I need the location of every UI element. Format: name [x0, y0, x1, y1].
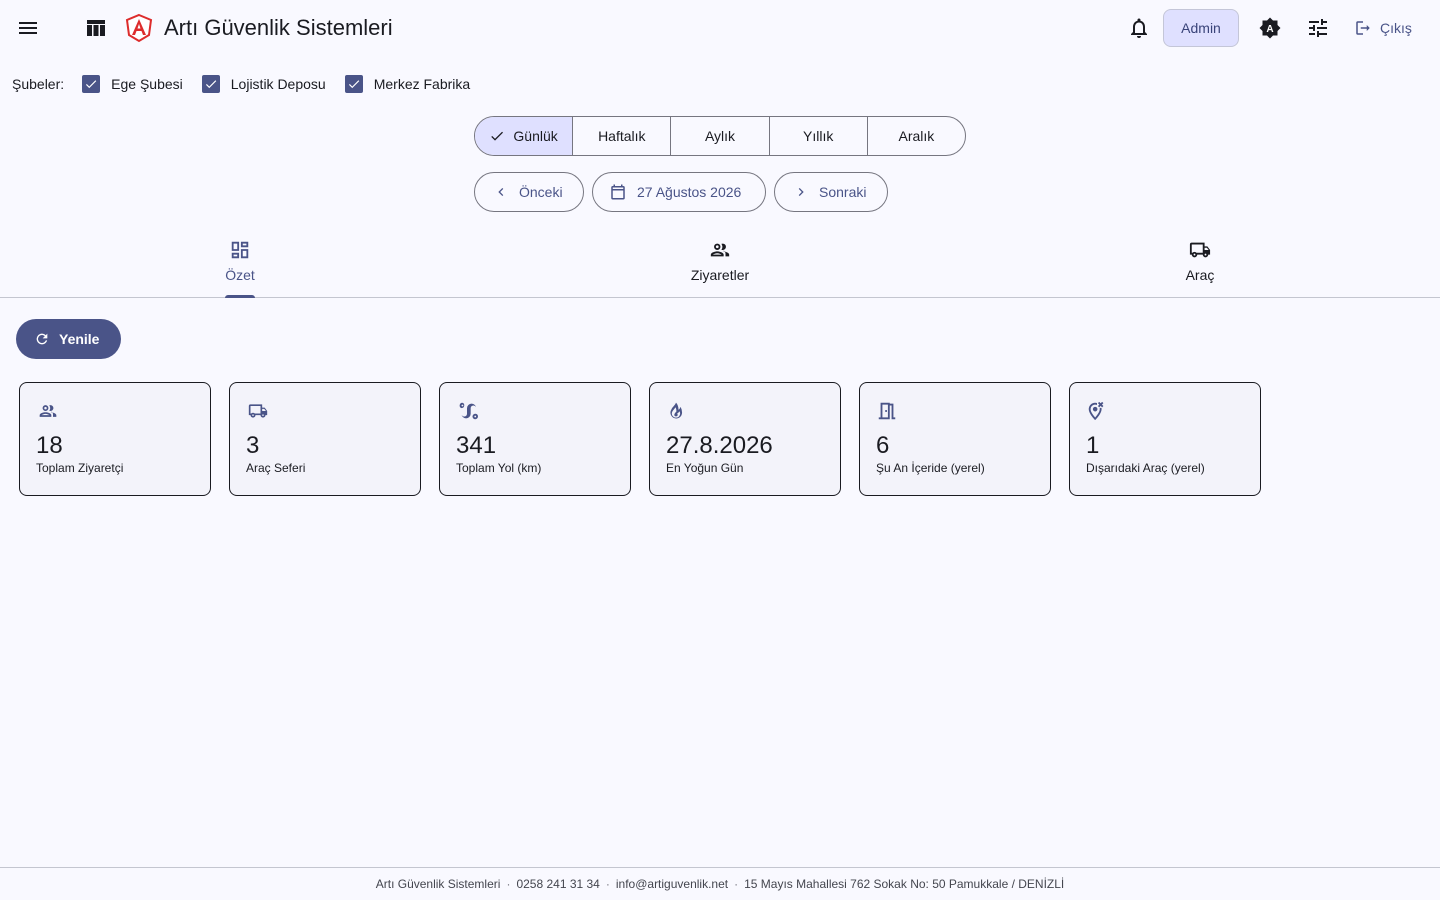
branch-checkbox-lojistik[interactable]: Lojistik Deposu — [201, 75, 326, 93]
next-label: Sonraki — [819, 184, 867, 200]
footer-email[interactable]: info@artiguvenlik.net — [616, 877, 728, 891]
separator-dot: · — [605, 877, 610, 891]
svg-text:A: A — [1266, 24, 1273, 35]
separator-dot: · — [734, 877, 739, 891]
stat-value: 1 — [1086, 432, 1100, 459]
main-tabs: Özet Ziyaretler Araç — [0, 226, 1440, 298]
menu-icon — [19, 22, 37, 34]
tab-visits[interactable]: Ziyaretler — [480, 226, 960, 297]
tab-label: Araç — [1185, 267, 1215, 283]
menu-button[interactable] — [8, 8, 48, 48]
stat-label: Araç Seferi — [246, 461, 306, 475]
stat-card-busiest-day: 27.8.2026 En Yoğun Gün — [649, 382, 841, 496]
theme-button[interactable]: A — [1250, 8, 1290, 48]
checkbox-checked-icon[interactable] — [82, 75, 101, 93]
stat-label: Şu An İçeride (yerel) — [876, 461, 985, 475]
period-label: Aralık — [898, 128, 935, 144]
check-icon — [491, 131, 504, 141]
notifications-button[interactable] — [1119, 8, 1159, 48]
location-off-icon — [1088, 401, 1104, 421]
date-picker-button[interactable]: 27 Ağustos 2026 — [592, 172, 766, 212]
stat-card-vehicle-trips: 3 Araç Seferi — [229, 382, 421, 496]
period-range[interactable]: Aralık — [866, 117, 965, 155]
settings-tune-button[interactable] — [1298, 8, 1338, 48]
people-icon — [39, 405, 57, 417]
truck-icon — [248, 404, 268, 418]
tab-label: Ziyaretler — [690, 267, 750, 283]
tune-icon — [1309, 19, 1327, 37]
logout-icon — [1356, 21, 1370, 35]
bell-icon — [1131, 18, 1147, 38]
logout-button[interactable]: Çıkış — [1346, 8, 1420, 48]
stat-value: 18 — [36, 432, 63, 459]
stat-cards: 18 Toplam Ziyaretçi 3 Araç Seferi 341 To… — [19, 382, 1261, 496]
previous-button[interactable]: Önceki — [474, 172, 584, 212]
branch-filter: Şubeler: Ege Şubesi Lojistik Deposu Merk… — [12, 70, 489, 98]
app-title: Artı Güvenlik Sistemleri — [164, 15, 393, 40]
stat-label: Toplam Ziyaretçi — [36, 461, 124, 475]
branch-label: Merkez Fabrika — [373, 76, 471, 92]
stat-card-total-distance: 341 Toplam Yol (km) — [439, 382, 631, 496]
calendar-icon — [611, 184, 625, 200]
door-icon — [878, 402, 896, 420]
footer-phone: 0258 241 31 34 — [516, 877, 600, 891]
refresh-label: Yenile — [59, 331, 100, 347]
theme-icon: A — [1259, 17, 1281, 39]
branches-label: Şubeler: — [12, 76, 65, 92]
dashboard-icon — [231, 241, 249, 259]
branch-checkbox-ege[interactable]: Ege Şubesi — [82, 75, 183, 93]
period-label: Aylık — [704, 128, 736, 144]
admin-button[interactable]: Admin — [1163, 9, 1239, 47]
period-selector: Günlük Haftalık Aylık Yıllık Aralık — [474, 116, 966, 156]
stat-label: Dışarıdaki Araç (yerel) — [1086, 461, 1205, 475]
table-icon — [87, 20, 105, 36]
checkbox-checked-icon[interactable] — [344, 75, 363, 93]
period-yearly[interactable]: Yıllık — [768, 117, 867, 155]
table-view-button[interactable] — [76, 8, 116, 48]
period-label: Haftalık — [598, 128, 646, 144]
active-tab-indicator — [225, 295, 255, 298]
checkbox-checked-icon[interactable] — [201, 75, 220, 93]
top-toolbar: Artı Güvenlik Sistemleri Admin A Çıkış — [0, 0, 1440, 56]
previous-label: Önceki — [519, 184, 563, 200]
stat-card-currently-inside: 6 Şu An İçeride (yerel) — [859, 382, 1051, 496]
logout-label: Çıkış — [1380, 20, 1412, 36]
stat-value: 3 — [246, 432, 260, 459]
stat-label: Toplam Yol (km) — [456, 461, 542, 475]
footer-address: 15 Mayıs Mahallesi 762 Sokak No: 50 Pamu… — [744, 877, 1065, 891]
footer-company: Artı Güvenlik Sistemleri — [375, 877, 501, 891]
period-label: Günlük — [513, 128, 558, 144]
truck-icon — [1189, 242, 1211, 258]
chevron-left-icon — [498, 188, 504, 196]
stat-value: 6 — [876, 432, 890, 459]
stat-label: En Yoğun Gün — [666, 461, 744, 475]
branch-checkbox-merkez[interactable]: Merkez Fabrika — [344, 75, 471, 93]
period-label: Yıllık — [803, 128, 834, 144]
footer: Artı Güvenlik Sistemleri · 0258 241 31 3… — [0, 867, 1440, 900]
date-label: 27 Ağustos 2026 — [637, 184, 742, 200]
chevron-right-icon — [798, 188, 804, 196]
separator-dot: · — [506, 877, 511, 891]
stat-card-vehicles-outside: 1 Dışarıdaki Araç (yerel) — [1069, 382, 1261, 496]
tab-label: Özet — [225, 267, 255, 283]
branch-label: Ege Şubesi — [111, 76, 183, 92]
period-weekly[interactable]: Haftalık — [572, 117, 670, 155]
tab-summary[interactable]: Özet — [0, 226, 480, 298]
stat-value: 341 — [456, 432, 497, 459]
next-button[interactable]: Sonraki — [774, 172, 888, 212]
period-monthly[interactable]: Aylık — [670, 117, 768, 155]
people-icon — [710, 243, 730, 257]
period-daily[interactable]: Günlük — [475, 117, 573, 155]
tab-vehicles[interactable]: Araç — [960, 226, 1440, 297]
refresh-icon — [36, 333, 48, 345]
stat-value: 27.8.2026 — [666, 432, 773, 459]
refresh-button[interactable]: Yenile — [16, 319, 121, 359]
route-icon — [459, 402, 478, 420]
stat-card-total-visitors: 18 Toplam Ziyaretçi — [19, 382, 211, 496]
branch-label: Lojistik Deposu — [230, 76, 326, 92]
fire-icon — [670, 402, 683, 419]
logo-icon — [125, 13, 153, 43]
